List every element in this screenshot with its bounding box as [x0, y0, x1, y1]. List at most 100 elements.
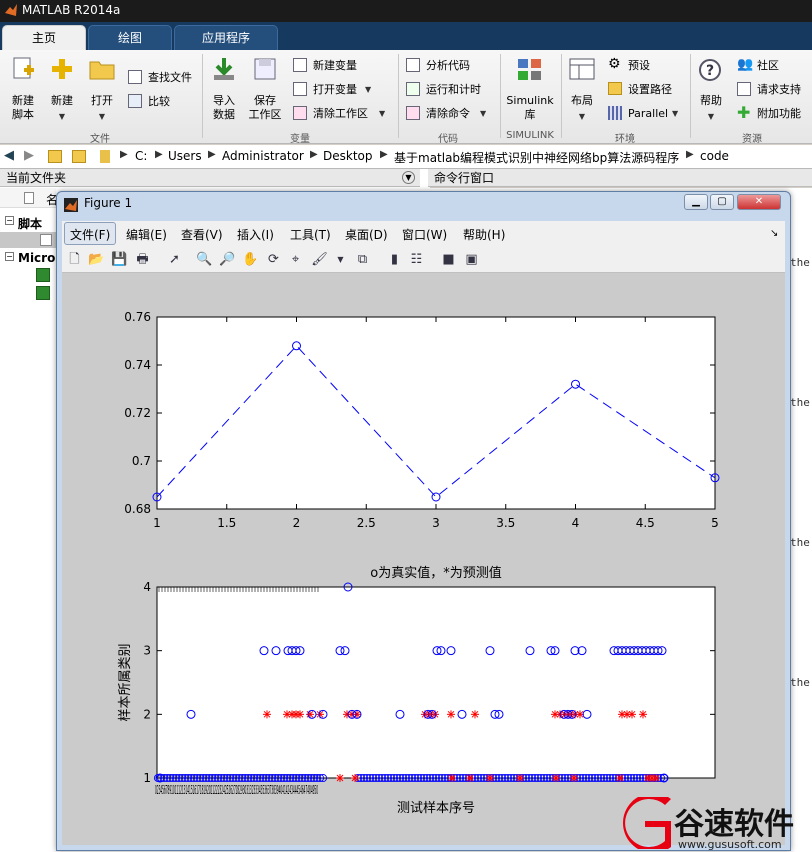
data-cursor-icon[interactable]: ⌖ [287, 251, 304, 268]
command-output-line: the [790, 536, 810, 549]
chevron-down-icon[interactable]: ▼ [332, 251, 349, 268]
close-button[interactable]: ✕ [737, 194, 781, 210]
clear-workspace-icon [293, 106, 307, 120]
breadcrumb-item[interactable]: Administrator [222, 149, 304, 163]
current-folder-title: 当前文件夹 [6, 171, 67, 185]
menu-insert[interactable]: 插入(I) [237, 226, 274, 243]
breadcrumb-item[interactable]: code [700, 149, 729, 163]
section-script[interactable]: − 脚本 [0, 214, 56, 231]
new-label: 新建 [51, 94, 73, 107]
tab-home[interactable]: 主页 [2, 25, 86, 50]
data-point-predicted [336, 774, 344, 782]
save-workspace-button[interactable]: 保存 工作区 [246, 54, 284, 130]
breadcrumb-item[interactable]: C: [135, 149, 147, 163]
ribbon-tab-bar: 主页 绘图 应用程序 [0, 22, 812, 50]
menu-desktop[interactable]: 桌面(D) [345, 226, 388, 243]
watermark-logo [623, 797, 671, 849]
print-icon[interactable]: 🖶 [134, 251, 151, 268]
section-micro[interactable]: − Micro [0, 250, 56, 266]
link-plot-icon[interactable]: ⧉ [354, 251, 371, 268]
zoom-in-icon[interactable]: 🔍 [196, 251, 213, 268]
breadcrumb-item[interactable]: 基于matlab编程模式识别中神经网络bp算法源码程序 [394, 149, 679, 166]
data-point-predicted [263, 710, 271, 719]
save-workspace-icon [254, 58, 276, 80]
folder-icon [89, 61, 115, 80]
compare-button[interactable]: 比较 [128, 94, 188, 110]
menu-tools[interactable]: 工具(T) [290, 226, 331, 243]
show-plot-tools-icon[interactable]: ▣ [463, 251, 480, 268]
new-button[interactable]: 新建 ▼ [46, 54, 78, 130]
plot-area[interactable]: 1 1.5 2 2.5 3 3.5 4 4.5 5 0.68 0.7 0.72 0.74 0.76 1 2 3 4… [62, 273, 785, 845]
group-divider [500, 54, 501, 138]
y-tick-label: 0.72 [124, 406, 151, 420]
panel-menu-chevron-icon[interactable]: ▼ [402, 171, 415, 184]
open-file-icon[interactable]: 📂 [88, 251, 105, 268]
parallel-icon [608, 106, 622, 120]
file-icon [24, 192, 34, 204]
dock-arrow-icon[interactable]: ↘ [770, 228, 778, 239]
colorbar-icon[interactable]: ▮ [386, 251, 403, 268]
minimize-button[interactable]: ▁ [684, 194, 708, 210]
community-icon: 👥 [737, 57, 754, 72]
open-variable-button[interactable]: 打开变量 ▼ [293, 82, 383, 98]
simulink-library-button[interactable]: Simulink 库 [504, 54, 556, 130]
back-arrow-icon[interactable]: ◀ [4, 148, 14, 163]
command-window-title: 命令行窗口 [434, 171, 495, 185]
file-list-header: 名 [0, 188, 58, 208]
breadcrumb-item[interactable]: Desktop [323, 149, 373, 163]
zoom-out-icon[interactable]: 🔎 [219, 251, 236, 268]
menu-edit[interactable]: 编辑(E) [126, 226, 167, 243]
new-figure-icon[interactable]: 🗋 [66, 251, 83, 268]
clear-commands-button[interactable]: 清除命令 ▼ [406, 106, 496, 122]
chevron-down-icon: ▼ [672, 109, 679, 118]
menu-file[interactable]: 文件(F) [70, 226, 110, 243]
request-support-button[interactable]: 请求支持 [737, 82, 809, 98]
y-tick-label: 3 [143, 644, 151, 658]
collapse-icon: − [5, 252, 14, 261]
breadcrumb-item[interactable]: Users [168, 149, 202, 163]
menu-help[interactable]: 帮助(H) [463, 226, 505, 243]
up-folder-icon[interactable] [48, 150, 62, 163]
pointer-icon[interactable]: ➚ [166, 251, 183, 268]
community-label: 社区 [757, 59, 779, 72]
group-divider [398, 54, 399, 138]
analyze-code-button[interactable]: 分析代码 [406, 58, 486, 74]
add-ons-button[interactable]: ✚ 附加功能 [737, 103, 809, 122]
clear-workspace-button[interactable]: 清除工作区 ▼ [293, 106, 393, 122]
axes-2-box [156, 586, 716, 779]
forward-arrow-icon[interactable]: ▶ [24, 148, 34, 163]
tab-apps[interactable]: 应用程序 [174, 25, 278, 50]
excel-file-icon[interactable] [36, 268, 50, 282]
find-files-button[interactable]: 查找文件 [128, 70, 198, 86]
run-and-time-button[interactable]: 运行和计时 [406, 82, 496, 98]
y-tick-label: 0.74 [124, 358, 151, 372]
browse-folder-icon[interactable] [72, 150, 86, 163]
new-script-button[interactable]: 新建 脚本 [6, 54, 40, 130]
group-label-code: 代码 [438, 134, 458, 145]
hide-plot-tools-icon[interactable]: ■ [440, 251, 457, 268]
menu-view[interactable]: 查看(V) [181, 226, 223, 243]
import-data-button[interactable]: 导入 数据 [208, 54, 240, 130]
list-item[interactable] [0, 232, 56, 248]
x-tick-labels: 0234567891011121314151617181920212223242… [155, 783, 318, 797]
legend-icon[interactable]: ☷ [408, 251, 425, 268]
pan-hand-icon[interactable]: ✋ [242, 251, 259, 268]
brush-icon[interactable]: 🖌 [311, 251, 328, 268]
maximize-button[interactable]: ▢ [710, 194, 734, 210]
set-path-button[interactable]: 设置路径 [608, 82, 688, 98]
tab-plots[interactable]: 绘图 [88, 25, 172, 50]
layout-button[interactable]: 布局 ▼ [566, 54, 598, 130]
new-variable-button[interactable]: 新建变量 [293, 58, 383, 74]
rotate-3d-icon[interactable]: ⟳ [265, 251, 282, 268]
open-button[interactable]: 打开 ▼ [86, 54, 118, 130]
preferences-button[interactable]: ⚙ 预设 [608, 56, 668, 74]
save-icon[interactable]: 💾 [111, 251, 128, 268]
x-axis-label: 测试样本序号 [397, 801, 475, 816]
group-label-simulink: SIMULINK [506, 130, 554, 141]
community-button[interactable]: 👥 社区 [737, 57, 797, 74]
breadcrumb-separator-icon: ▶ [208, 149, 216, 160]
parallel-button[interactable]: Parallel ▼ [608, 106, 688, 122]
menu-window[interactable]: 窗口(W) [402, 226, 447, 243]
help-button[interactable]: ? 帮助 ▼ [694, 54, 728, 130]
excel-file-icon[interactable] [36, 286, 50, 300]
